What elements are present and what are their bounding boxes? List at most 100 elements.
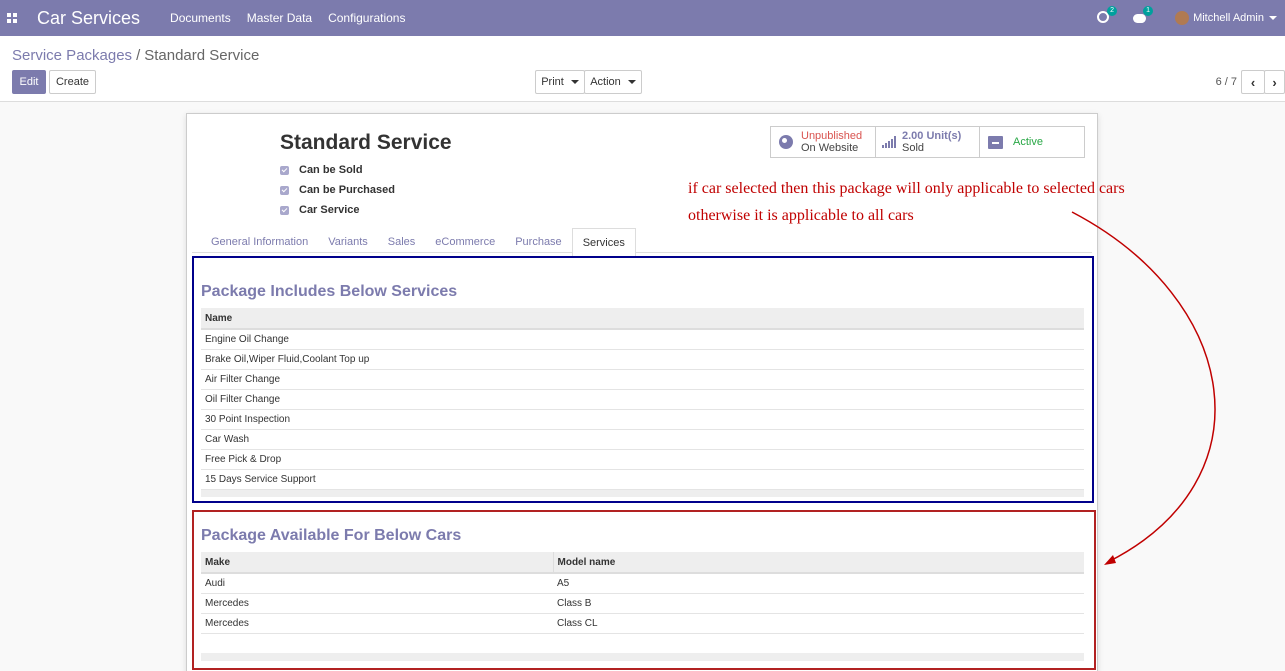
breadcrumb-parent[interactable]: Service Packages <box>12 47 132 64</box>
table-row[interactable]: Engine Oil Change <box>201 329 1084 350</box>
pager-value[interactable]: 6 / 7 <box>1216 76 1237 88</box>
signal-bars-icon <box>882 136 896 148</box>
edit-button[interactable]: Edit <box>12 70 46 94</box>
tab-sales[interactable]: Sales <box>378 228 426 256</box>
service-name-cell: Engine Oil Change <box>201 329 1084 350</box>
activity-button[interactable]: 2 <box>1097 6 1117 25</box>
archive-icon <box>988 135 1003 149</box>
apps-menu-icon[interactable] <box>0 0 24 36</box>
breadcrumb-separator: / <box>136 47 141 64</box>
checkbox-checked-icon <box>280 185 289 195</box>
table-row[interactable]: Brake Oil,Wiper Fluid,Coolant Top up <box>201 349 1084 370</box>
column-header-model[interactable]: Model name <box>553 552 1084 574</box>
annotation-line-2: otherwise it is applicable to all cars <box>688 207 914 224</box>
action-label: Action <box>590 76 621 88</box>
service-name-cell: 15 Days Service Support <box>201 469 1084 490</box>
table-row[interactable]: Car Wash <box>201 429 1084 450</box>
tab-services[interactable]: Services <box>571 228 636 257</box>
table-footer <box>201 653 1084 661</box>
globe-icon <box>779 135 793 149</box>
checkbox-checked-icon <box>280 205 289 215</box>
chevron-left-icon: ‹ <box>1250 74 1256 90</box>
service-name-cell: 30 Point Inspection <box>201 409 1084 430</box>
table-row[interactable]: 30 Point Inspection <box>201 409 1084 430</box>
tab-ecommerce[interactable]: eCommerce <box>425 228 505 256</box>
services-section: Package Includes Below Services Name Eng… <box>192 256 1094 503</box>
user-menu[interactable]: Mitchell Admin <box>1175 11 1277 25</box>
notebook-tabs: General Information Variants Sales eComm… <box>201 228 636 257</box>
chevron-right-icon: › <box>1272 74 1277 90</box>
active-label: Active <box>1013 136 1043 148</box>
website-label: On Website <box>801 142 859 154</box>
table-row[interactable]: Audi A5 <box>201 573 1084 594</box>
app-title[interactable]: Car Services <box>37 8 140 29</box>
chat-icon <box>1133 14 1147 23</box>
table-row[interactable]: Mercedes Class B <box>201 593 1084 614</box>
make-cell: Audi <box>201 573 553 594</box>
table-footer <box>201 489 1084 497</box>
menu-documents[interactable]: Documents <box>170 11 231 25</box>
print-dropdown[interactable]: Print <box>535 70 585 94</box>
table-row[interactable]: Mercedes Class CL <box>201 613 1084 634</box>
create-button[interactable]: Create <box>49 70 96 94</box>
menu-configurations[interactable]: Configurations <box>328 11 405 25</box>
table-spacer-row <box>201 633 1084 653</box>
arrowhead-icon <box>1104 555 1116 565</box>
product-name: Standard Service <box>280 131 452 154</box>
table-row[interactable]: 15 Days Service Support <box>201 469 1084 490</box>
can-be-purchased-checkbox[interactable]: Can be Purchased <box>280 184 395 196</box>
website-status-button[interactable]: Unpublished On Website <box>770 126 876 158</box>
control-panel: Service Packages / Standard Service Edit C… <box>0 36 1285 102</box>
annotation-line-1: if car selected then this package will o… <box>688 180 1125 197</box>
sold-button[interactable]: 2.00 Unit(s) Sold <box>875 126 980 158</box>
model-cell: Class B <box>553 593 1084 614</box>
service-name-cell: Air Filter Change <box>201 369 1084 390</box>
checkbox-label: Can be Sold <box>299 164 363 176</box>
cars-section-title: Package Available For Below Cars <box>201 527 462 544</box>
sold-value: 2.00 Unit(s) <box>902 130 962 142</box>
pager-next-button[interactable]: › <box>1264 70 1285 94</box>
user-name: Mitchell Admin <box>1193 12 1264 24</box>
sold-label: Sold <box>902 142 925 154</box>
service-name-cell: Brake Oil,Wiper Fluid,Coolant Top up <box>201 349 1084 370</box>
action-dropdown[interactable]: Action <box>584 70 642 94</box>
car-service-checkbox[interactable]: Car Service <box>280 204 360 216</box>
table-row[interactable]: Air Filter Change <box>201 369 1084 390</box>
website-status: Unpublished <box>801 130 863 142</box>
messages-button[interactable]: 1 <box>1133 6 1153 25</box>
menu-master-data[interactable]: Master Data <box>247 11 312 25</box>
print-label: Print <box>541 76 564 88</box>
model-cell: A5 <box>553 573 1084 594</box>
make-cell: Mercedes <box>201 613 553 634</box>
chevron-down-icon <box>1269 16 1277 20</box>
can-be-sold-checkbox[interactable]: Can be Sold <box>280 164 363 176</box>
checkbox-label: Car Service <box>299 204 360 216</box>
cars-section: Package Available For Below Cars Make Mo… <box>192 510 1096 670</box>
checkbox-checked-icon <box>280 165 289 175</box>
tab-variants[interactable]: Variants <box>318 228 378 256</box>
chevron-down-icon <box>627 80 636 84</box>
make-cell: Mercedes <box>201 593 553 614</box>
services-table: Name Engine Oil Change Brake Oil,Wiper F… <box>201 308 1084 497</box>
service-name-cell: Free Pick & Drop <box>201 449 1084 470</box>
activity-badge: 2 <box>1107 6 1117 16</box>
tab-general-information[interactable]: General Information <box>201 228 318 256</box>
pager-previous-button[interactable]: ‹ <box>1241 70 1265 94</box>
breadcrumb-current: Standard Service <box>144 47 260 64</box>
annotation-note: if car selected then this package will o… <box>688 175 1248 229</box>
column-header-name[interactable]: Name <box>201 308 1084 330</box>
cars-table: Make Model name Audi A5 Mercedes Class B… <box>201 552 1084 661</box>
active-toggle-button[interactable]: Active <box>979 126 1085 158</box>
messages-badge: 1 <box>1143 6 1153 16</box>
tab-purchase[interactable]: Purchase <box>505 228 571 256</box>
services-section-title: Package Includes Below Services <box>201 283 458 300</box>
breadcrumb: Service Packages / Standard Service <box>12 47 259 64</box>
table-row[interactable]: Oil Filter Change <box>201 389 1084 410</box>
table-row[interactable]: Free Pick & Drop <box>201 449 1084 470</box>
column-header-make[interactable]: Make <box>201 552 554 574</box>
checkbox-label: Can be Purchased <box>299 184 395 196</box>
top-navbar: Car Services Documents Master Data Confi… <box>0 0 1285 36</box>
avatar <box>1175 11 1190 25</box>
chevron-down-icon <box>570 80 579 84</box>
service-name-cell: Car Wash <box>201 429 1084 450</box>
